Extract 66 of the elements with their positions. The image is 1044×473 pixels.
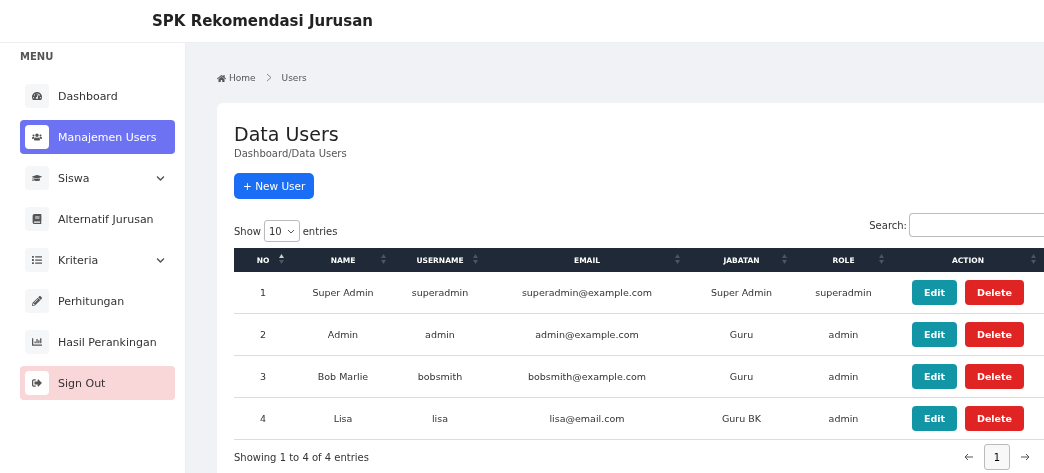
book-icon [32, 214, 42, 224]
table-cell: superadmin [795, 272, 892, 314]
search-field[interactable] [909, 213, 1044, 237]
table-cell: 1 [234, 272, 292, 314]
sidebar-item[interactable]: Kriteria [20, 243, 175, 277]
table-cell: admin [795, 355, 892, 398]
table-cell: admin [394, 313, 486, 356]
table-cell: Guru BK [688, 397, 795, 440]
table-cell: Super Admin [688, 272, 795, 314]
table-cell: admin [795, 397, 892, 440]
previous-arrow-icon[interactable] [964, 453, 974, 461]
table-cell: Super Admin [292, 272, 394, 314]
sidebar-item[interactable]: Hasil Perankingan [20, 325, 175, 359]
sidebar-item[interactable]: Siswa [20, 161, 175, 195]
breadcrumb-link[interactable]: Users [281, 73, 307, 83]
delete-button[interactable]: Delete [965, 364, 1025, 389]
edit-button[interactable]: Edit [911, 322, 958, 347]
app-title: SPK Rekomendasi Jurusan [152, 12, 373, 30]
home-icon [217, 73, 226, 83]
table-info: Showing 1 to 4 of 4 entries [234, 451, 369, 463]
edit-button[interactable]: Edit [911, 364, 958, 389]
table-cell: Guru [688, 313, 795, 356]
entries-select[interactable]: 10 [264, 220, 300, 242]
table-cell: bobsmith@example.com [486, 355, 688, 398]
show-label: Show [234, 225, 261, 237]
edit-button[interactable]: Edit [911, 280, 958, 305]
chevron-down-icon [286, 228, 295, 234]
pencil-icon [32, 296, 42, 306]
entries-label: entries [302, 225, 338, 237]
next-arrow-icon[interactable] [1020, 453, 1030, 461]
table-cell: lisa@email.com [486, 397, 688, 440]
users-icon [32, 132, 42, 142]
list-icon [32, 255, 42, 265]
dashboard-icon [32, 91, 42, 101]
table-cell: Admin [292, 313, 394, 356]
table-cell: Lisa [292, 397, 394, 440]
sidebar-item[interactable]: Manajemen Users [20, 120, 175, 154]
table-cell: 2 [234, 313, 292, 356]
sidebar-item[interactable]: Sign Out [20, 366, 175, 400]
table-cell: 3 [234, 355, 292, 398]
delete-button[interactable]: Delete [965, 322, 1025, 347]
table-cell: admin [795, 313, 892, 356]
table-cell: bobsmith [394, 355, 486, 398]
search-label: Search: [869, 219, 907, 231]
page-button[interactable]: 1 [984, 444, 1010, 470]
edit-button[interactable]: Edit [911, 406, 958, 431]
table-cell: 4 [234, 397, 292, 440]
table-cell: Bob Marlie [292, 355, 394, 398]
bar-chart-icon [32, 337, 42, 347]
table-cell: superadmin [394, 272, 486, 314]
delete-button[interactable]: Delete [965, 280, 1025, 305]
page-subtitle: Dashboard/Data Users [234, 148, 348, 159]
breadcrumb-link[interactable]: Home [229, 73, 256, 83]
new-user-button[interactable]: + New User [234, 173, 315, 199]
table-cell: lisa [394, 397, 486, 440]
table-cell: superadmin@example.com [486, 272, 688, 314]
page-title: Data Users [234, 123, 340, 145]
table-cell: admin@example.com [486, 313, 688, 356]
sign-out-icon [32, 378, 42, 388]
sidebar-item[interactable]: Perhitungan [20, 284, 175, 318]
graduation-cap-icon [32, 173, 42, 183]
sidebar-item[interactable]: Alternatif Jurusan [20, 202, 175, 236]
sidebar-item[interactable]: Dashboard [20, 79, 175, 113]
table-cell: Guru [688, 355, 795, 398]
delete-button[interactable]: Delete [965, 406, 1025, 431]
menu-heading: MENU [20, 51, 55, 62]
